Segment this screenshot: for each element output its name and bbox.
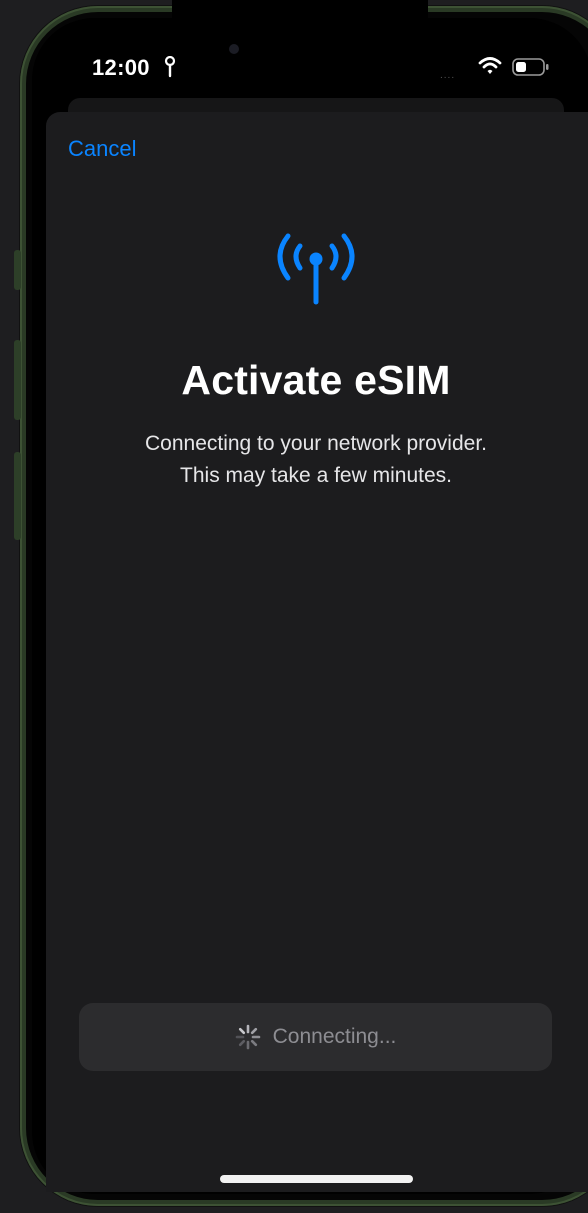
device-stage: 12:00 .... Cancel Activate eSIM Connecti…: [0, 0, 588, 1213]
cancel-button[interactable]: Cancel: [68, 136, 136, 162]
mute-switch: [14, 250, 21, 290]
notch: [172, 0, 428, 62]
pin-icon: [164, 56, 176, 78]
wifi-icon: [478, 57, 502, 74]
cellular-signal-indicator: ....: [440, 70, 456, 81]
status-time: 12:00: [92, 55, 150, 80]
subtitle-line-1: Connecting to your network provider.: [144, 432, 488, 455]
subtitle: Connecting to your network provider. Thi…: [0, 428, 588, 492]
connecting-button[interactable]: Connecting...: [79, 1003, 552, 1071]
front-camera: [229, 44, 239, 54]
battery-icon: [512, 58, 549, 76]
antenna-icon: [277, 233, 355, 305]
connecting-label: Connecting...: [272, 1025, 397, 1048]
home-indicator[interactable]: [220, 1175, 413, 1183]
subtitle-line-2: This may take a few minutes.: [180, 464, 452, 487]
page-title: Activate eSIM: [181, 357, 451, 403]
spinner-icon: [235, 1024, 260, 1050]
